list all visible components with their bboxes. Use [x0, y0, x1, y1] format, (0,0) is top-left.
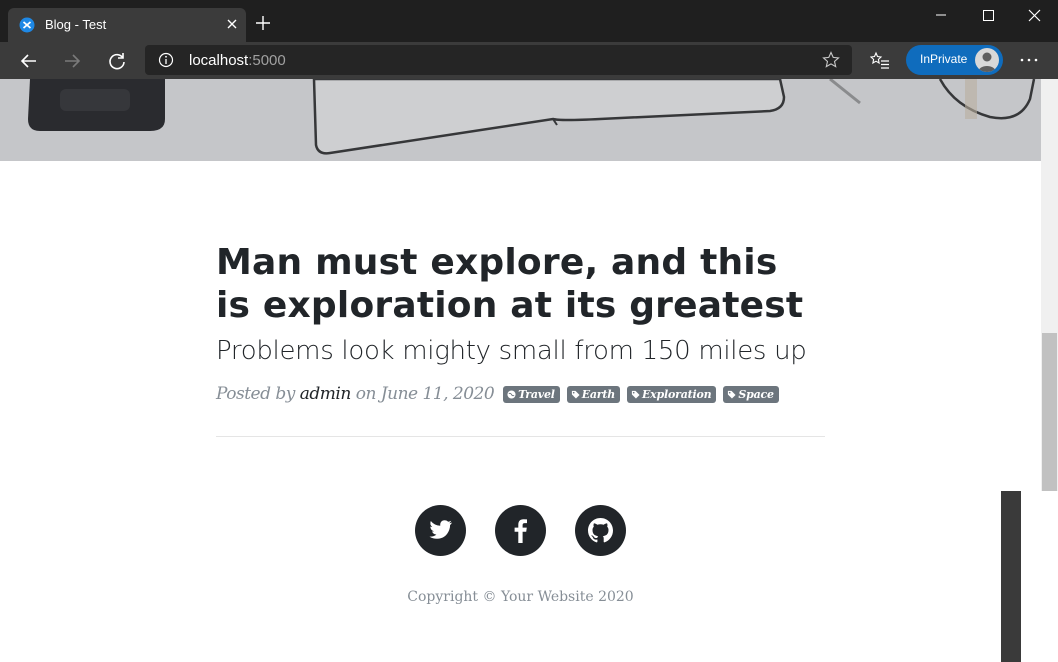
page-content: Man must explore, and this is exploratio… — [0, 79, 1041, 662]
url-text[interactable]: localhost:5000 — [189, 52, 286, 69]
tag-icon — [571, 390, 580, 399]
post-date: on June 11, 2020 — [355, 384, 495, 404]
post-title[interactable]: Man must explore, and this is exploratio… — [216, 241, 816, 327]
browser-tab[interactable]: Blog - Test — [8, 8, 246, 42]
post-meta: Posted by admin on June 11, 2020 Travel … — [216, 383, 781, 404]
tab-title: Blog - Test — [45, 17, 107, 32]
url-host: localhost — [189, 52, 249, 69]
tag-icon — [728, 390, 736, 399]
more-menu-icon[interactable] — [1017, 50, 1041, 70]
posted-by-label: Posted by — [216, 384, 295, 404]
facebook-button[interactable] — [495, 505, 546, 556]
facebook-icon — [514, 519, 527, 543]
tag-label: Earth — [581, 388, 616, 401]
twitter-button[interactable] — [415, 505, 466, 556]
tag-label: Exploration — [641, 388, 712, 401]
favorites-icon[interactable] — [870, 51, 890, 71]
tag-exploration[interactable]: Exploration — [626, 386, 717, 403]
copyright-text: Copyright © Your Website 2020 — [407, 589, 634, 605]
background-window-fragment — [1001, 491, 1058, 662]
post-subtitle: Problems look mighty small from 150 mile… — [216, 336, 807, 366]
tag-space[interactable]: Space — [723, 386, 779, 403]
tag-earth[interactable]: Earth — [566, 386, 621, 403]
site-info-icon[interactable] — [158, 52, 174, 68]
add-favorite-star-icon[interactable] — [822, 51, 840, 69]
window-close-icon[interactable] — [1011, 0, 1057, 32]
github-button[interactable] — [575, 505, 626, 556]
header-overlay — [0, 79, 1041, 161]
inprivate-label: InPrivate — [920, 52, 968, 66]
profile-avatar — [975, 48, 999, 72]
browser-toolbar: localhost:5000 InPrivate — [0, 42, 1058, 79]
post-author-link[interactable]: admin — [300, 384, 352, 404]
profile-person-icon — [978, 52, 996, 72]
tag-label: Space — [738, 388, 774, 401]
tab-close-icon[interactable] — [223, 15, 241, 33]
maximize-icon[interactable] — [965, 0, 1011, 32]
inprivate-button[interactable]: InPrivate — [906, 45, 1003, 75]
reload-icon[interactable] — [104, 48, 130, 74]
address-bar[interactable]: localhost:5000 — [145, 45, 852, 75]
twitter-icon — [429, 520, 452, 539]
github-icon — [588, 518, 613, 543]
scrollbar-thumb[interactable] — [1042, 333, 1057, 491]
background-window-edge — [1001, 491, 1021, 662]
browser-titlebar: Blog - Test — [0, 0, 1058, 42]
divider — [216, 436, 825, 437]
forward-arrow-icon[interactable] — [59, 48, 85, 74]
back-arrow-icon[interactable] — [16, 48, 42, 74]
tag-icon — [631, 390, 640, 399]
app-favicon-icon — [19, 17, 35, 33]
minimize-icon[interactable] — [918, 0, 964, 32]
tag-label: Travel — [518, 388, 555, 401]
header-background-image — [0, 79, 1041, 161]
url-port: :5000 — [248, 52, 286, 69]
post-tags: Travel Earth Exploration Space — [503, 383, 781, 403]
globe-icon — [507, 390, 516, 399]
tag-travel[interactable]: Travel — [503, 386, 560, 403]
new-tab-plus-icon[interactable] — [254, 14, 272, 32]
